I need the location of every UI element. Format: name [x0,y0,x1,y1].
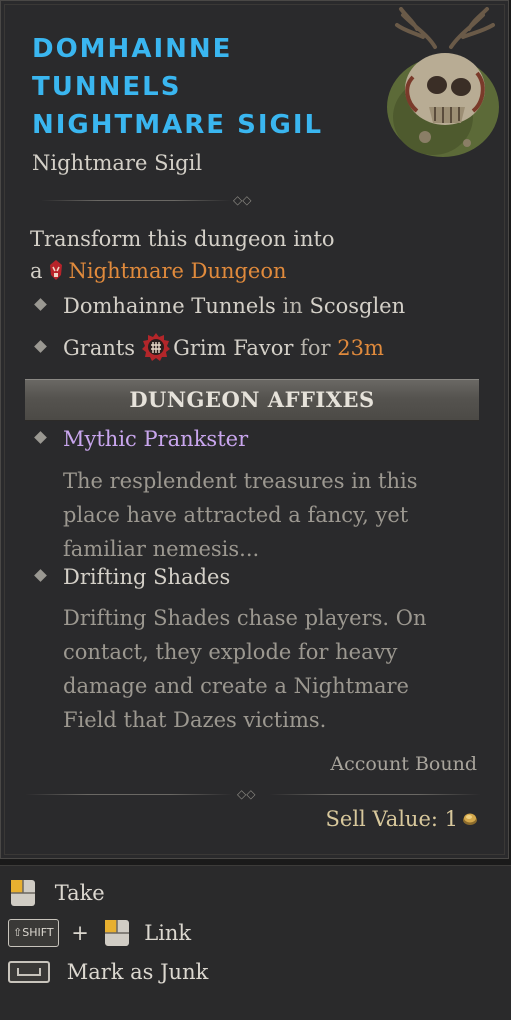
bullet-diamond-icon [34,298,47,311]
item-tooltip: Domhainne Tunnels Nightmare Sigil Nightm… [0,0,509,859]
affix-name-label: Mythic Prankster [63,427,249,451]
bullet-diamond-icon [34,431,47,444]
take-label: Take [54,881,105,905]
nightmare-dungeon-label: Nightmare Dungeon [68,259,287,283]
affix-description: Drifting Shades chase players. On contac… [63,606,427,732]
gold-icon [463,813,477,825]
location-region: Scosglen [309,294,406,318]
grants-duration: 23m [337,336,384,360]
grants-for: for [300,336,331,360]
location-row: Domhainne Tunnels in Scosglen [34,294,406,318]
affix-description: The resplendent treasures in this place … [63,469,418,561]
item-name: Domhainne Tunnels Nightmare Sigil [32,34,324,140]
shift-key-label: SHIFT [22,926,54,939]
grants-row: Grants Grim Favor for 23m [34,332,384,362]
bullet-diamond-icon [34,340,47,353]
bullet-diamond-icon [34,569,47,582]
description-line-2: a Nightmare Dungeon [30,255,470,287]
nightmare-dungeon-icon [49,260,62,280]
affix-name-label: Drifting Shades [63,565,231,589]
plus-sign: + [71,921,89,945]
grim-favor-icon [142,333,171,361]
sell-value: Sell Value: 1 [326,807,478,831]
item-type: Nightmare Sigil [32,151,203,175]
sell-value-label: Sell Value: 1 [325,807,458,831]
affix-name: Mythic Prankster [34,427,249,451]
footer-divider: ◇◇ [25,787,481,801]
left-mouse-icon [104,920,129,946]
item-description: Transform this dungeon into a Nightmare D… [30,223,470,287]
description-line: Transform this dungeon into [30,227,335,251]
mark-junk-action[interactable]: Mark as Junk [8,958,208,984]
item-actions-bar: Take ⇧SHIFT + Link Mark as Junk [0,865,511,1020]
description-prefix: a [30,259,43,283]
nightmare-sigil-icon [387,7,499,157]
account-bound-label: Account Bound [330,753,477,775]
left-mouse-icon [11,880,35,906]
grants-label: Grants [63,336,136,360]
header-divider: ◇◇ [41,193,471,207]
mark-junk-label: Mark as Junk [66,959,209,984]
take-action[interactable]: Take [8,878,105,908]
dungeon-affixes-header: DUNGEON AFFIXES [25,379,479,421]
shift-key-icon: ⇧SHIFT [8,919,59,947]
link-action[interactable]: ⇧SHIFT + Link [8,918,191,948]
grants-item: Grim Favor [173,336,294,360]
affix-name: Drifting Shades [34,565,231,589]
link-label: Link [144,921,192,945]
spacebar-key-icon [8,960,50,983]
location-in: in [282,294,303,318]
location-dungeon: Domhainne Tunnels [63,294,276,318]
